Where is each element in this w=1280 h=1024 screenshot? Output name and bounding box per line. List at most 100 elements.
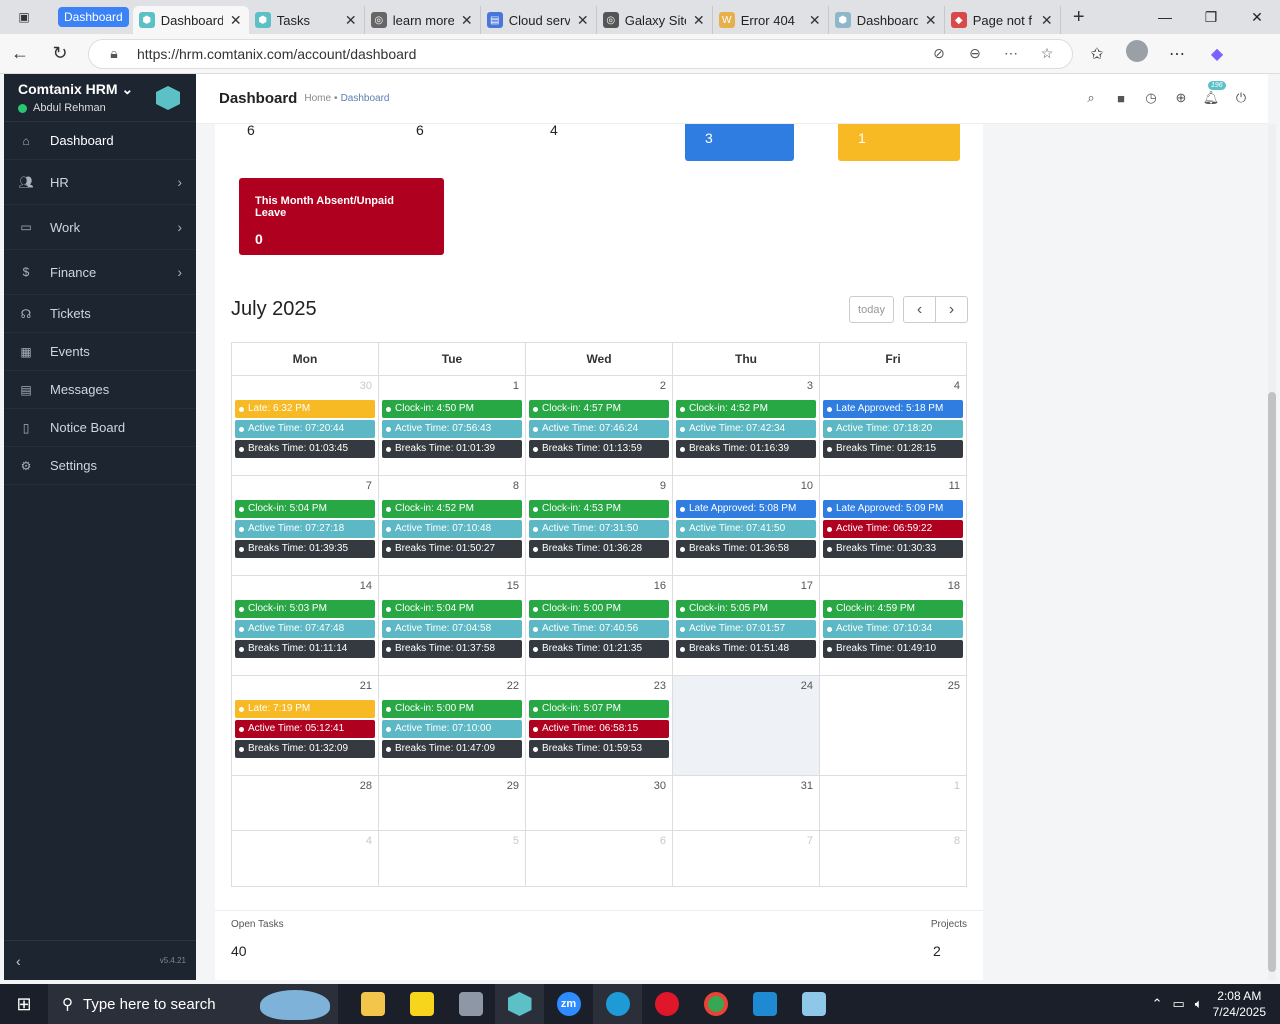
calendar-event[interactable]: Breaks Time: 01:36:28 (529, 540, 669, 558)
close-tab-icon[interactable]: ✕ (924, 12, 938, 29)
calendar-day-cell[interactable]: 25 (820, 676, 966, 775)
day-number[interactable]: 16 (529, 580, 669, 598)
calendar-event[interactable]: Clock-in: 4:50 PM (382, 400, 522, 418)
calendar-event[interactable]: Late Approved: 5:09 PM (823, 500, 963, 518)
calendar-event[interactable]: Breaks Time: 01:28:15 (823, 440, 963, 458)
calendar-event[interactable]: Clock-in: 5:07 PM (529, 700, 669, 718)
zoom-out-icon[interactable]: ⊖ (962, 45, 988, 62)
calendar-event[interactable]: Breaks Time: 01:49:10 (823, 640, 963, 658)
day-number[interactable]: 4 (823, 380, 963, 398)
clock-icon[interactable]: ◷ (1142, 90, 1160, 106)
absent-leave-card[interactable]: This Month Absent/Unpaid Leave 0 (239, 178, 444, 255)
tracking-icon[interactable]: ⊘ (926, 45, 952, 62)
chrome-icon[interactable] (691, 984, 740, 1024)
calendar-event[interactable]: Breaks Time: 01:03:45 (235, 440, 375, 458)
calendar-event[interactable]: Clock-in: 5:03 PM (235, 600, 375, 618)
day-number[interactable]: 14 (235, 580, 375, 598)
calendar-day-cell[interactable]: 24 (673, 676, 820, 775)
file-explorer-icon[interactable] (348, 984, 397, 1024)
calendar-event[interactable]: Breaks Time: 01:13:59 (529, 440, 669, 458)
sidebar-item-dashboard[interactable]: ⌂ Dashboard (4, 122, 196, 160)
calendar-event[interactable]: Active Time: 06:59:22 (823, 520, 963, 538)
app-icon[interactable] (446, 984, 495, 1024)
day-number[interactable]: 5 (382, 835, 522, 853)
day-number[interactable]: 30 (529, 780, 669, 798)
calendar-event[interactable]: Active Time: 07:18:20 (823, 420, 963, 438)
calendar-event[interactable]: Active Time: 07:10:00 (382, 720, 522, 738)
calendar-event[interactable]: Clock-in: 5:00 PM (529, 600, 669, 618)
calendar-event[interactable]: Active Time: 07:42:34 (676, 420, 816, 438)
close-tab-icon[interactable]: ✕ (808, 12, 822, 29)
calendar-event[interactable]: Clock-in: 5:04 PM (235, 500, 375, 518)
favorite-star-icon[interactable]: ☆ (1034, 45, 1060, 62)
calendar-event[interactable]: Clock-in: 5:04 PM (382, 600, 522, 618)
breadcrumb-home[interactable]: Home (304, 93, 331, 104)
calendar-event[interactable]: Active Time: 05:12:41 (235, 720, 375, 738)
day-number[interactable]: 25 (823, 680, 963, 698)
network-icon[interactable]: ▭ (1173, 996, 1185, 1012)
calendar-event[interactable]: Breaks Time: 01:59:53 (529, 740, 669, 758)
day-number[interactable]: 31 (676, 780, 816, 798)
settings-more-icon[interactable]: ⋯ (1163, 44, 1191, 64)
day-number[interactable]: 6 (529, 835, 669, 853)
copilot-icon[interactable]: ◆ (1203, 44, 1231, 64)
sidebar-item-settings[interactable]: ⚙ Settings (4, 447, 196, 485)
day-number[interactable]: 29 (382, 780, 522, 798)
calendar-day-cell[interactable]: 9 Clock-in: 4:53 PM Active Time: 07:31:50 B… (526, 476, 673, 575)
calendar-event[interactable]: Active Time: 07:46:24 (529, 420, 669, 438)
day-number[interactable]: 7 (235, 480, 375, 498)
vscode-icon[interactable] (740, 984, 789, 1024)
minimize-icon[interactable]: — (1142, 0, 1188, 34)
calendar-event[interactable]: Active Time: 07:10:48 (382, 520, 522, 538)
calendar-event[interactable]: Clock-in: 4:53 PM (529, 500, 669, 518)
close-tab-icon[interactable]: ✕ (460, 12, 474, 29)
calendar-event[interactable]: Breaks Time: 01:32:09 (235, 740, 375, 758)
calendar-event[interactable]: Breaks Time: 01:01:39 (382, 440, 522, 458)
day-number[interactable]: 9 (529, 480, 669, 498)
tab-actions-icon[interactable]: ▣ (0, 0, 48, 34)
calendar-event[interactable]: Breaks Time: 01:36:58 (676, 540, 816, 558)
calendar-day-cell[interactable]: 23 Clock-in: 5:07 PM Active Time: 06:58:15… (526, 676, 673, 775)
calendar-day-cell[interactable]: 4 (232, 831, 379, 886)
bell-icon[interactable]: 🔔︎ 196 (1202, 81, 1226, 106)
hexagon-app-icon[interactable] (495, 984, 544, 1024)
calendar-event[interactable]: Late Approved: 5:18 PM (823, 400, 963, 418)
day-number[interactable]: 17 (676, 580, 816, 598)
calendar-event[interactable]: Active Time: 07:41:50 (676, 520, 816, 538)
day-number[interactable]: 8 (382, 480, 522, 498)
open-tasks-value[interactable]: 40 (231, 943, 247, 959)
calendar-event[interactable]: Active Time: 07:01:57 (676, 620, 816, 638)
calendar-day-cell[interactable]: 21 Late: 7:19 PM Active Time: 05:12:41 Brea… (232, 676, 379, 775)
calendar-event[interactable]: Breaks Time: 01:30:33 (823, 540, 963, 558)
calendar-event[interactable]: Breaks Time: 01:21:35 (529, 640, 669, 658)
browser-tab[interactable]: ◎ Galaxy Site ✕ (597, 6, 713, 34)
next-month-button[interactable]: › (935, 296, 968, 323)
day-number[interactable]: 30 (235, 380, 375, 398)
calendar-day-cell[interactable]: 7 (673, 831, 820, 886)
stat-card-yellow[interactable]: 1 (838, 124, 960, 161)
calendar-day-cell[interactable]: 14 Clock-in: 5:03 PM Active Time: 07:47:48… (232, 576, 379, 675)
calendar-event[interactable]: Active Time: 07:31:50 (529, 520, 669, 538)
calendar-event[interactable]: Clock-in: 4:52 PM (676, 400, 816, 418)
calendar-day-cell[interactable]: 18 Clock-in: 4:59 PM Active Time: 07:10:34… (820, 576, 966, 675)
collapse-sidebar-icon[interactable]: ‹ (16, 953, 21, 969)
day-number[interactable]: 10 (676, 480, 816, 498)
calendar-event[interactable]: Late: 7:19 PM (235, 700, 375, 718)
browser-tab[interactable]: ⬢ Dashboard ✕ (132, 6, 249, 34)
restore-icon[interactable]: ❐ (1188, 0, 1234, 34)
day-number[interactable]: 23 (529, 680, 669, 698)
calendar-event[interactable]: Clock-in: 4:59 PM (823, 600, 963, 618)
day-number[interactable]: 1 (823, 780, 963, 798)
calendar-event[interactable]: Active Time: 07:20:44 (235, 420, 375, 438)
profile-avatar[interactable] (1123, 40, 1151, 67)
calendar-day-cell[interactable]: 3 Clock-in: 4:52 PM Active Time: 07:42:34 B… (673, 376, 820, 475)
refresh-icon[interactable]: ↻ (40, 43, 80, 64)
url-field[interactable]: 🔒︎ https://hrm.comtanix.com/account/dash… (88, 38, 1073, 69)
projects-value[interactable]: 2 (933, 943, 941, 959)
tray-overflow-icon[interactable]: ⌃ (1152, 996, 1163, 1012)
day-number[interactable]: 24 (676, 680, 816, 698)
calendar-event[interactable]: Active Time: 07:10:34 (823, 620, 963, 638)
day-number[interactable]: 28 (235, 780, 375, 798)
sidebar-item-tickets[interactable]: ☊ Tickets (4, 295, 196, 333)
favorites-icon[interactable]: ✩ (1083, 44, 1111, 64)
